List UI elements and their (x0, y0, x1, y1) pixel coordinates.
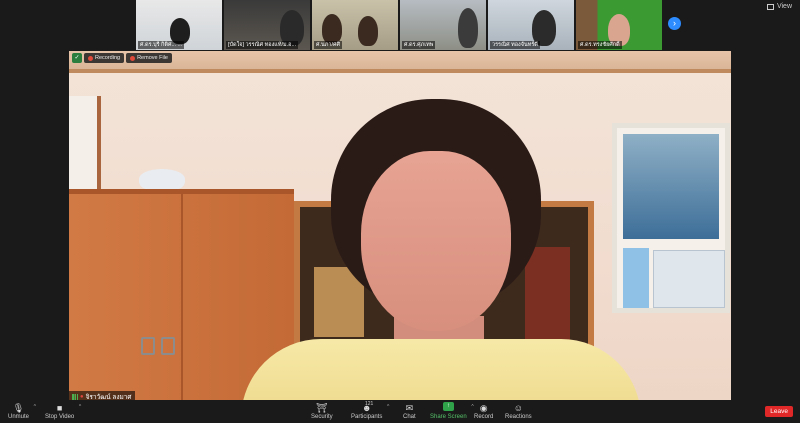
participant-thumbnail[interactable]: วรรณิศ ทองจันทร์ดี (488, 0, 574, 50)
participant-name: ศ.ดร.ทรงชัยศักดิ์ (578, 41, 622, 49)
participants-count: 121 (365, 401, 374, 407)
chevron-up-icon[interactable]: ^ (34, 404, 36, 410)
chevron-up-icon[interactable]: ^ (387, 404, 389, 410)
remove-file-indicator[interactable]: Remove File (126, 53, 172, 63)
grid-icon (766, 3, 774, 10)
participant-name: ศ.ดร.ศุภเทพ (402, 41, 436, 49)
chat-bubble-icon: ✉ (405, 403, 414, 413)
smiley-icon: ☺ (513, 403, 523, 413)
participant-name: ศ.นภา/ศศิ (314, 41, 343, 49)
participant-strip: ศ.ดร.บุรี กิติศ... ... [บัดใจ] วรรณิศ ทอ… (136, 0, 662, 50)
chevron-up-icon[interactable]: ^ (79, 404, 81, 410)
record-button[interactable]: ◉ Record (474, 402, 493, 420)
view-label: View (776, 3, 792, 10)
shield-icon: ⛩ (316, 403, 328, 413)
next-page-arrow-icon[interactable]: › (668, 17, 681, 30)
video-camera-icon: ■ (56, 403, 63, 413)
meeting-toolbar: 🎙 Unmute ^ ■ Stop Video ^ ⛩ Security ☻ 1… (0, 400, 800, 423)
participants-button[interactable]: ☻ 121 Participants ^ (351, 401, 389, 420)
meeting-indicators: ✓ Recording Remove File (72, 53, 172, 63)
security-shield-icon[interactable]: ✓ (72, 53, 82, 63)
participant-thumbnail[interactable]: [บัดใจ] วรรณิศ ทองแท้/ม.อ... (224, 0, 310, 50)
reactions-button[interactable]: ☺ Reactions (505, 402, 532, 420)
recording-indicator[interactable]: Recording (84, 53, 125, 63)
participant-name: วรรณิศ ทองจันทร์ดี (490, 41, 540, 49)
participant-thumbnail[interactable]: ศ.ดร.บุรี กิติศ... ... (136, 0, 222, 50)
record-dot-icon (130, 55, 136, 61)
leave-button[interactable]: Leave (765, 406, 793, 417)
participant-name: ศ.ดร.บุรี กิติศ... ... (138, 41, 185, 49)
view-button[interactable]: View (766, 3, 792, 10)
share-arrow-icon: ↑ (442, 402, 454, 411)
security-button[interactable]: ⛩ Security (311, 402, 333, 420)
participant-thumbnail[interactable]: ศ.นภา/ศศิ (312, 0, 398, 50)
share-screen-button[interactable]: ↑ Share Screen ^ (430, 402, 474, 420)
active-speaker-video (69, 51, 731, 400)
participant-name: [บัดใจ] วรรณิศ ทองแท้/ม.อ... (226, 41, 299, 49)
participant-thumbnail[interactable]: ศ.ดร.ทรงชัยศักดิ์ (576, 0, 662, 50)
record-dot-icon (88, 55, 93, 61)
muted-microphone-icon: 🎙 (12, 403, 25, 413)
record-circle-icon: ◉ (479, 403, 488, 413)
participant-thumbnail[interactable]: ศ.ดร.ศุภเทพ (400, 0, 486, 50)
stop-video-button[interactable]: ■ Stop Video ^ (45, 402, 81, 420)
chat-button[interactable]: ✉ Chat (403, 402, 416, 420)
unmute-button[interactable]: 🎙 Unmute ^ (8, 402, 36, 420)
